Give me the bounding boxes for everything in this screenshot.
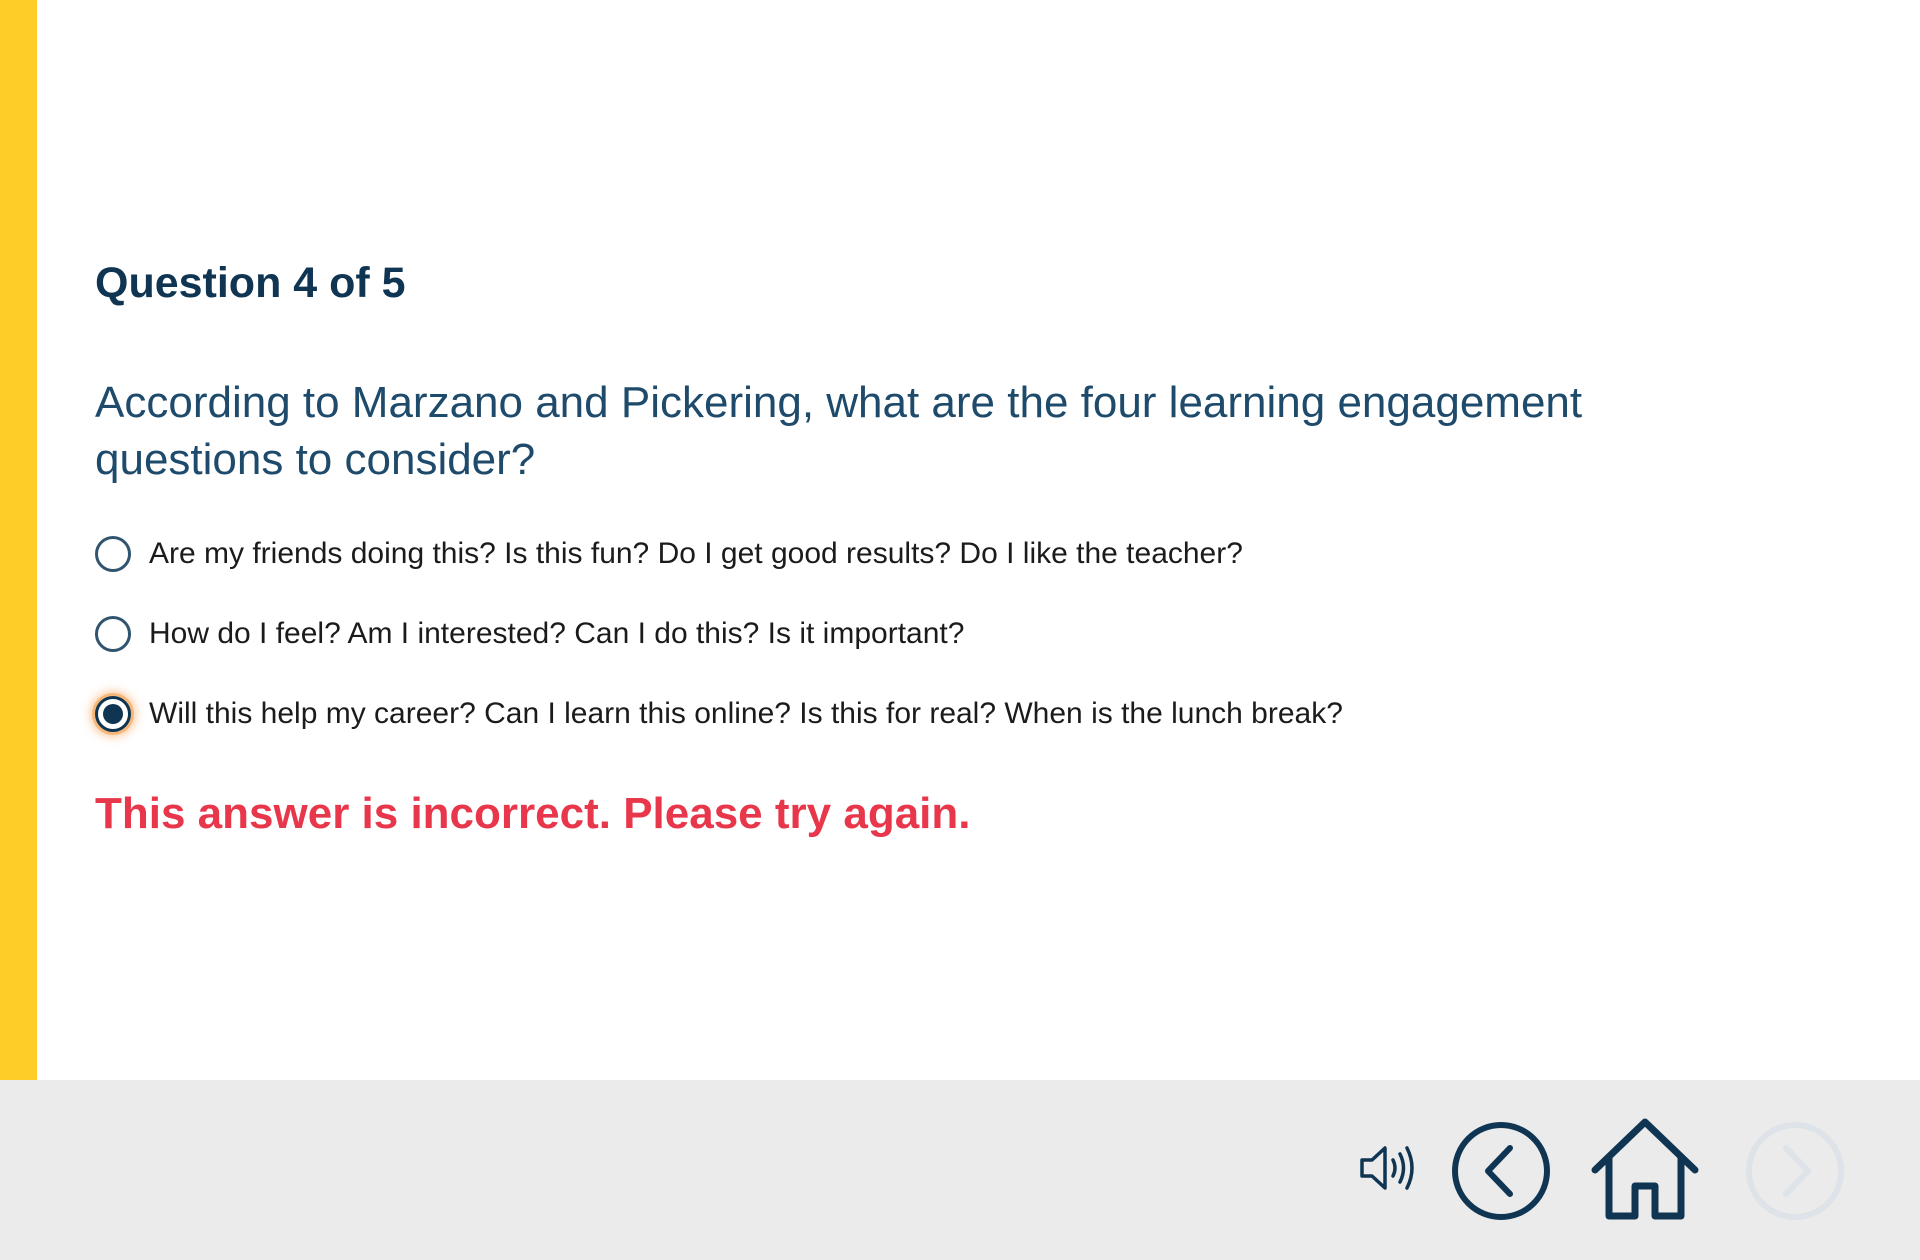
home-icon (1591, 1118, 1699, 1220)
answer-options: Are my friends doing this? Is this fun? … (95, 524, 1855, 744)
question-text: According to Marzano and Pickering, what… (95, 377, 1583, 484)
audio-button[interactable] (1358, 1140, 1420, 1196)
feedback-message: This answer is incorrect. Please try aga… (95, 788, 971, 838)
radio-dot-icon (103, 703, 123, 724)
radio-button[interactable] (95, 535, 131, 572)
chevron-left-circle-icon (1452, 1122, 1550, 1220)
home-button[interactable] (1590, 1116, 1700, 1222)
quiz-content: Question 4 of 5 According to Marzano and… (95, 258, 1855, 840)
answer-option-label: Are my friends doing this? Is this fun? … (149, 536, 1243, 570)
speaker-icon (1360, 1146, 1414, 1190)
chevron-right-circle-icon (1746, 1122, 1844, 1220)
accent-bar (0, 0, 37, 1080)
answer-option-3[interactable]: Will this help my career? Can I learn th… (95, 684, 1855, 744)
course-slide: Question 4 of 5 According to Marzano and… (0, 0, 1920, 1260)
answer-option-2[interactable]: How do I feel? Am I interested? Can I do… (95, 604, 1855, 664)
answer-option-label: How do I feel? Am I interested? Can I do… (149, 616, 965, 650)
footer-controls (0, 1080, 1920, 1260)
radio-button-selected[interactable] (95, 695, 131, 732)
question-counter: Question 4 of 5 (95, 259, 406, 307)
answer-option-1[interactable]: Are my friends doing this? Is this fun? … (95, 524, 1855, 584)
radio-button[interactable] (95, 615, 131, 652)
answer-option-label: Will this help my career? Can I learn th… (149, 696, 1343, 730)
back-button[interactable] (1450, 1120, 1552, 1222)
next-button[interactable] (1744, 1120, 1846, 1222)
footer-bar (0, 1080, 1920, 1260)
